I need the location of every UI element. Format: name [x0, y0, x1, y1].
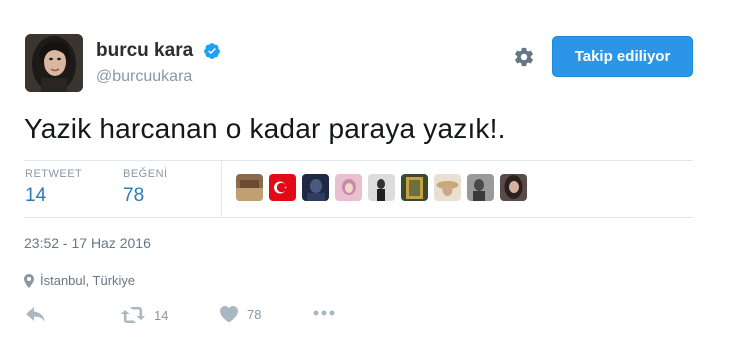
user-screenname[interactable]: @burcuukara — [96, 68, 221, 86]
like-action-count: 78 — [247, 307, 262, 322]
retweet-icon — [121, 307, 145, 323]
liker-avatar-4[interactable] — [335, 174, 362, 201]
liker-avatar-9[interactable] — [500, 174, 527, 201]
tweet-stats: RETWEET 14 BEĞENİ 78 — [24, 160, 693, 217]
liker-avatar-6[interactable] — [401, 174, 428, 201]
retweet-stat-count: 14 — [25, 185, 47, 206]
liker-avatar-1[interactable] — [236, 174, 263, 201]
tweet-timestamp[interactable]: 23:52 - 17 Haz 2016 — [24, 235, 151, 251]
stats-separator — [221, 160, 222, 217]
liker-avatar-2-flag[interactable] — [269, 174, 296, 201]
reply-button[interactable] — [26, 307, 46, 323]
retweet-button[interactable]: 14 — [121, 306, 168, 324]
like-button[interactable]: 78 — [220, 306, 261, 323]
tweet-actions: 14 78 — [24, 304, 424, 328]
tweet-text: Yazik harcanan o kadar paraya yazık!. — [24, 113, 506, 144]
avatar[interactable] — [25, 34, 83, 92]
location-label: İstanbul, Türkiye — [40, 273, 136, 288]
tweet-location[interactable]: İstanbul, Türkiye — [24, 273, 135, 288]
liker-avatar-8[interactable] — [467, 174, 494, 201]
verified-icon — [203, 43, 220, 59]
likers-avatars — [236, 174, 533, 201]
following-button[interactable]: Takip ediliyor — [552, 36, 693, 77]
user-name-block[interactable]: burcu kara @burcuukara — [96, 40, 221, 86]
liker-avatar-7[interactable] — [434, 174, 461, 201]
user-fullname[interactable]: burcu kara — [96, 40, 193, 62]
like-stat[interactable]: BEĞENİ 78 — [123, 168, 168, 207]
liker-avatar-3[interactable] — [302, 174, 329, 201]
liker-avatar-5[interactable] — [368, 174, 395, 201]
retweet-stat-label: RETWEET — [25, 168, 83, 180]
more-button[interactable] — [313, 310, 335, 316]
tweet-card: burcu kara @burcuukara Takip ediliyor Ya… — [0, 0, 730, 361]
divider — [24, 217, 693, 218]
heart-icon — [220, 306, 238, 323]
more-icon — [313, 310, 335, 316]
retweet-stat[interactable]: RETWEET 14 — [25, 168, 82, 207]
retweet-action-count: 14 — [154, 307, 169, 323]
gear-icon[interactable] — [513, 46, 535, 68]
location-pin-icon — [24, 273, 34, 288]
like-stat-count: 78 — [123, 185, 145, 206]
like-stat-label: BEĞENİ — [123, 168, 168, 180]
reply-icon — [26, 307, 45, 322]
